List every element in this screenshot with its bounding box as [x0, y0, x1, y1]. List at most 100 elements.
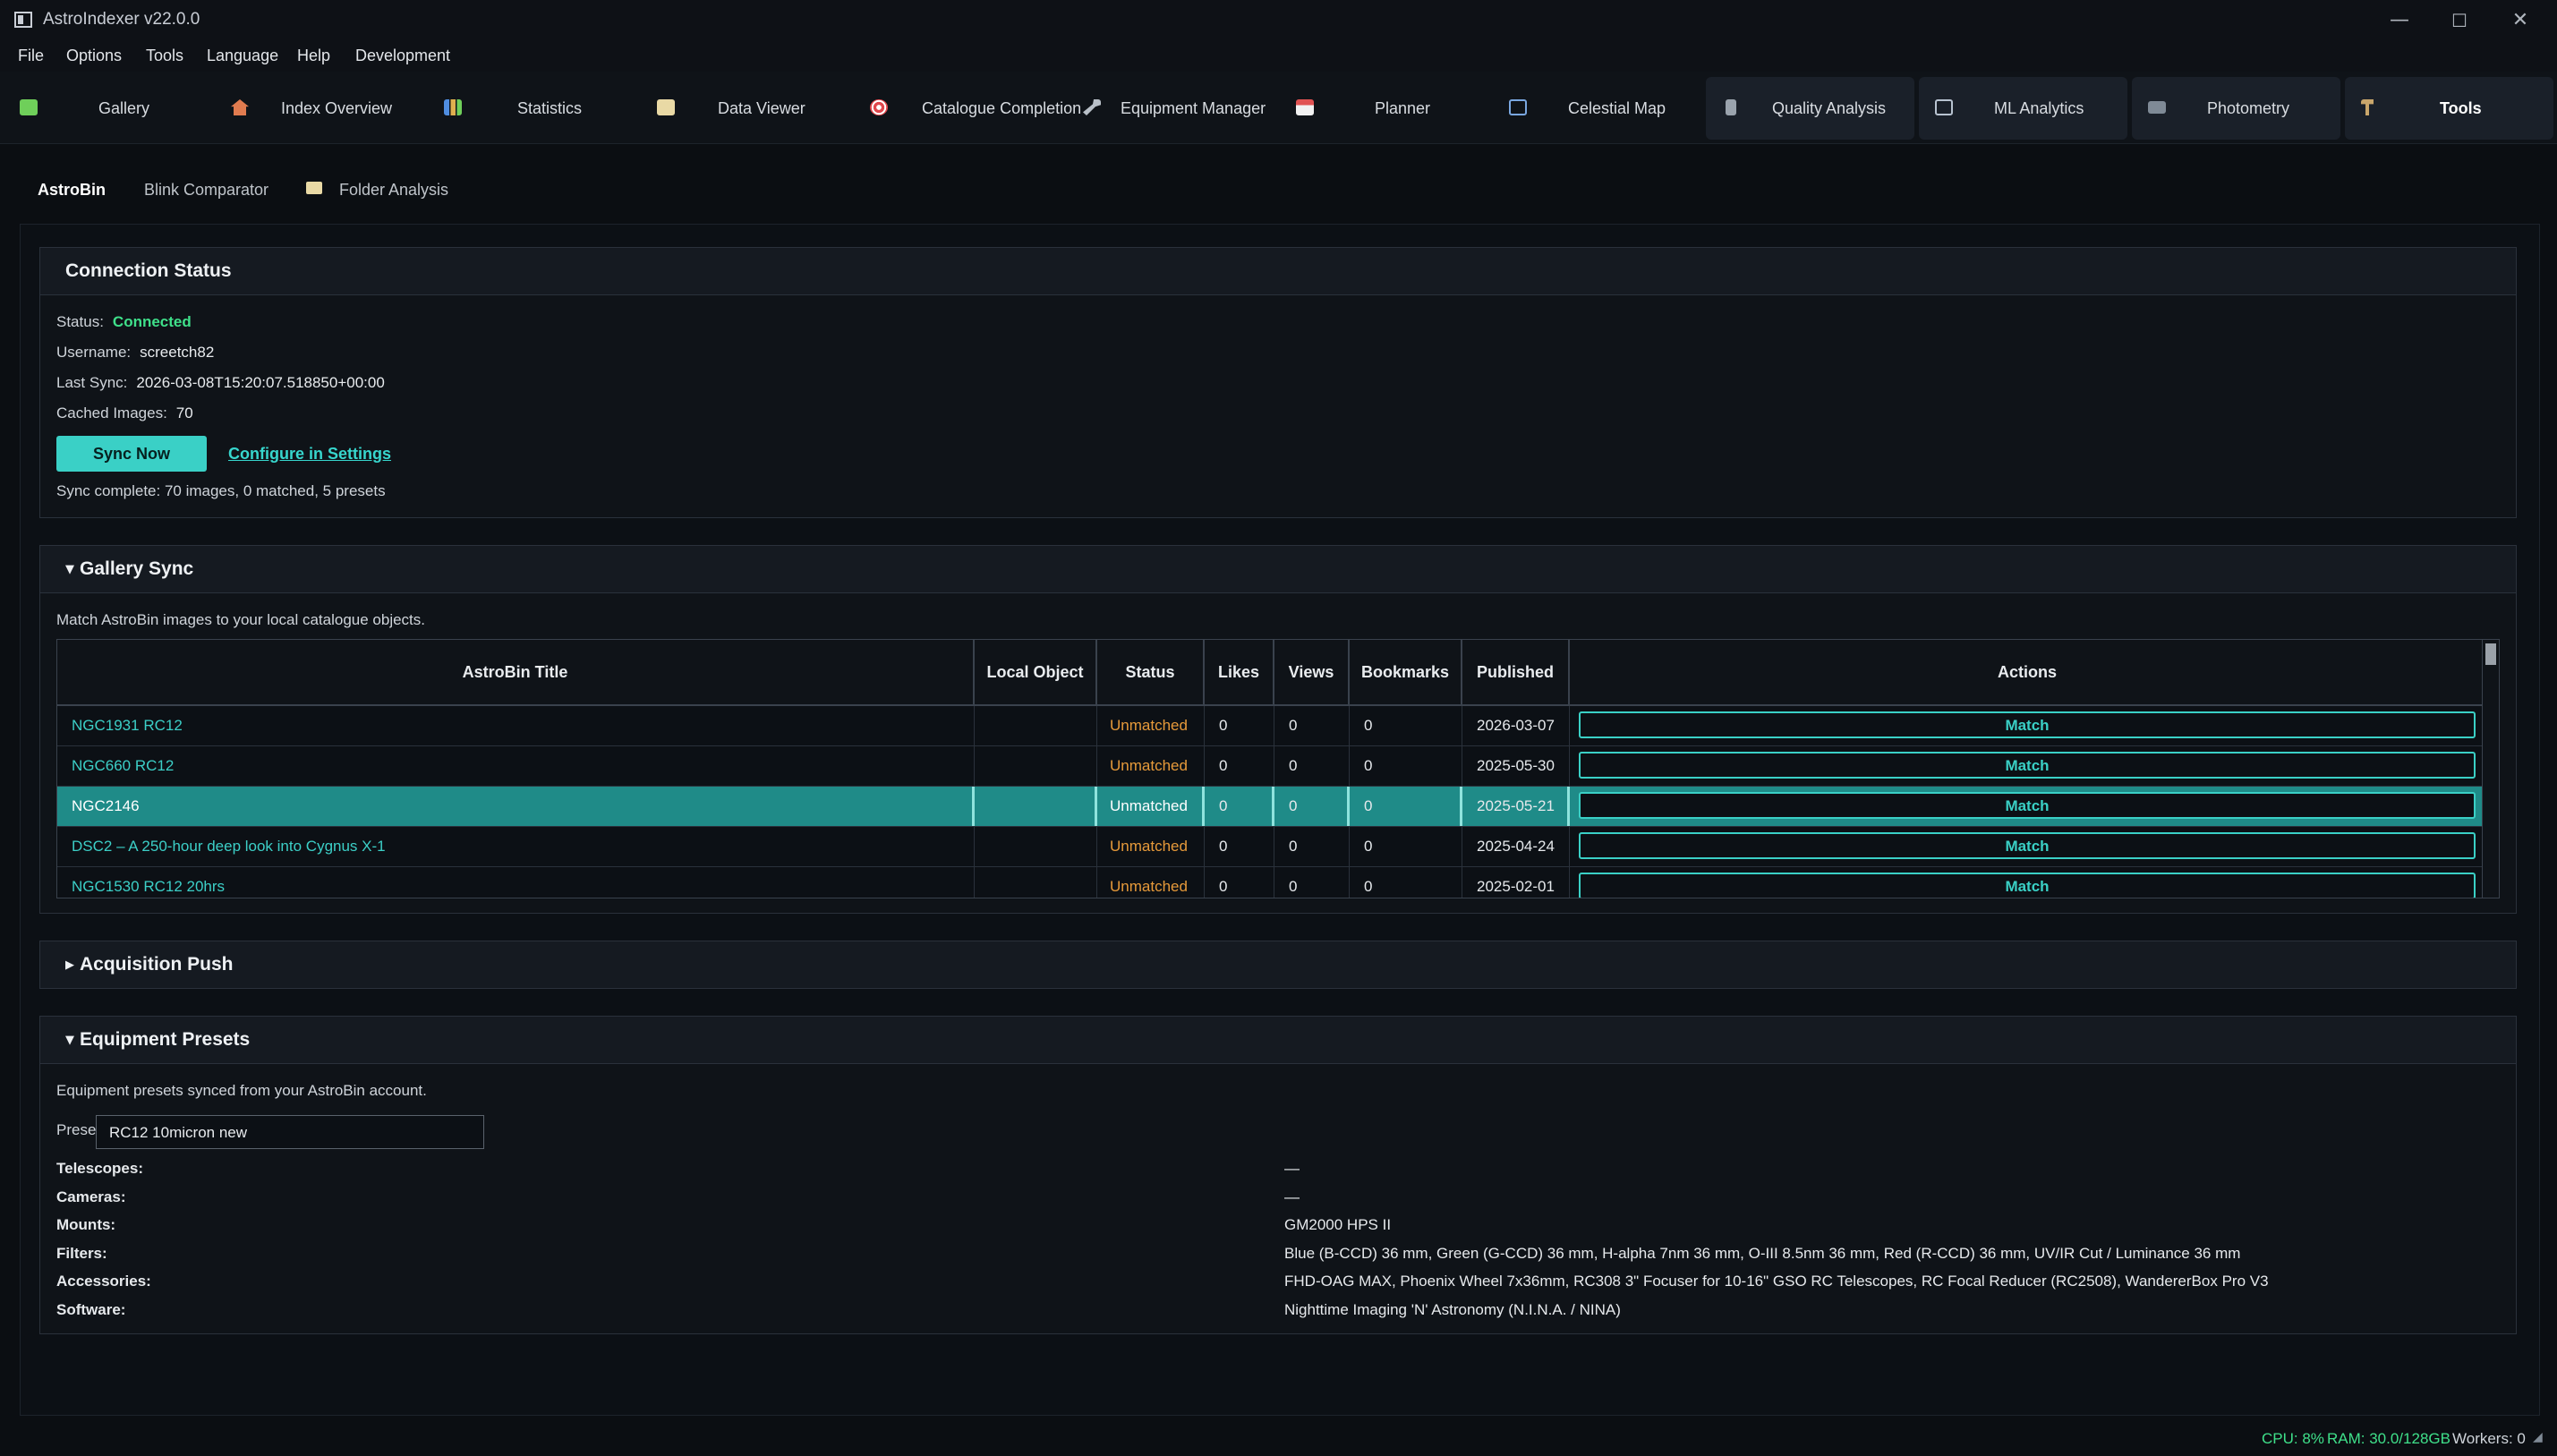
minimize-button[interactable]: —	[2372, 5, 2427, 36]
panel-title: Connection Status	[65, 260, 232, 281]
menu-tools[interactable]: Tools	[146, 47, 183, 65]
tab-planner[interactable]: Planner	[1280, 77, 1486, 140]
table-row[interactable]: NGC1931 RC12 Unmatched 0 0 0 2026-03-07 …	[57, 706, 2485, 746]
sync-now-button[interactable]: Sync Now	[56, 436, 207, 472]
maximize-button[interactable]: ☐	[2432, 5, 2487, 36]
subtab-blink-comparator[interactable]: Blink Comparator	[144, 181, 268, 200]
mounts-label: Mounts:	[56, 1216, 116, 1233]
last-sync-value: 2026-03-08T15:20:07.518850+00:00	[136, 374, 385, 391]
tab-label: Tools	[2440, 99, 2482, 117]
menu-file[interactable]: File	[18, 47, 44, 65]
panel-title: ▶ Acquisition Push	[65, 954, 234, 975]
preset-input[interactable]: RC12 10micron new	[96, 1115, 484, 1149]
status-bar: CPU: 8% RAM: 30.0/128GB Workers: 0 ◢	[0, 1425, 2557, 1456]
camera-icon	[2148, 101, 2166, 114]
cell-title[interactable]: NGC2146	[57, 787, 975, 826]
column-header[interactable]: Published	[1462, 640, 1570, 704]
column-header[interactable]: Bookmarks	[1350, 640, 1462, 704]
status-row: Status: Connected	[56, 313, 192, 331]
cell-local-object	[975, 746, 1097, 786]
tab-catalogue-completion[interactable]: Catalogue Completion	[854, 77, 1081, 140]
tab-equipment-manager[interactable]: Equipment Manager	[1067, 77, 1273, 140]
cell-title[interactable]: NGC1530 RC12 20hrs	[57, 867, 975, 898]
tab-quality-analysis[interactable]: Quality Analysis	[1706, 77, 1914, 140]
tab-label: Statistics	[517, 99, 583, 117]
cell-status: Unmatched	[1097, 706, 1205, 745]
calendar-icon	[1296, 99, 1314, 115]
column-header[interactable]: Actions	[1570, 640, 2485, 704]
last-sync-label: Last Sync:	[56, 374, 128, 391]
app-window: AstroIndexer v22.0.0 — ☐ ✕ File Options …	[0, 0, 2557, 1456]
accessories-value: FHD-OAG MAX, Phoenix Wheel 7x36mm, RC308…	[1284, 1273, 2269, 1290]
window-title: AstroIndexer v22.0.0	[43, 10, 200, 29]
folder-icon	[306, 182, 322, 194]
last-sync-row: Last Sync: 2026-03-08T15:20:07.518850+00:…	[56, 374, 385, 392]
column-header[interactable]: AstroBin Title	[57, 640, 975, 704]
cell-title[interactable]: NGC1931 RC12	[57, 706, 975, 745]
close-button[interactable]: ✕	[2493, 5, 2548, 36]
tab-gallery[interactable]: Gallery	[4, 77, 209, 140]
menu-options[interactable]: Options	[66, 47, 122, 65]
cell-status: Unmatched	[1097, 867, 1205, 898]
match-button[interactable]: Match	[1579, 873, 2476, 898]
username-value: screetch82	[140, 344, 215, 361]
cell-views: 0	[1274, 827, 1350, 866]
column-header[interactable]: Views	[1274, 640, 1350, 704]
cell-actions: Match	[1570, 827, 2485, 866]
match-button[interactable]: Match	[1579, 752, 2476, 779]
tab-photometry[interactable]: Photometry	[2132, 77, 2340, 140]
tab-celestial-map[interactable]: Celestial Map	[1493, 77, 1699, 140]
cell-title[interactable]: NGC660 RC12	[57, 746, 975, 786]
configure-settings-link[interactable]: Configure in Settings	[228, 445, 391, 464]
panel-header[interactable]: ▼ Equipment Presets	[40, 1017, 2516, 1064]
cell-title[interactable]: DSC2 – A 250-hour deep look into Cygnus …	[57, 827, 975, 866]
tab-label: Index Overview	[281, 99, 393, 117]
username-row: Username: screetch82	[56, 344, 214, 362]
acquisition-push-panel: ▶ Acquisition Push	[39, 941, 2517, 989]
tab-tools[interactable]: Tools	[2345, 77, 2553, 140]
match-button[interactable]: Match	[1579, 711, 2476, 738]
scrollbar-thumb[interactable]	[2485, 643, 2496, 665]
cell-actions: Match	[1570, 746, 2485, 786]
column-header[interactable]: Likes	[1205, 640, 1274, 704]
table-row-selected[interactable]: NGC2146 Unmatched 0 0 0 2025-05-21 Match	[57, 787, 2485, 827]
match-button[interactable]: Match	[1579, 832, 2476, 859]
table-row[interactable]: DSC2 – A 250-hour deep look into Cygnus …	[57, 827, 2485, 867]
table-row[interactable]: NGC1530 RC12 20hrs Unmatched 0 0 0 2025-…	[57, 867, 2485, 898]
column-header[interactable]: Local Object	[975, 640, 1097, 704]
hammer-icon	[2361, 99, 2374, 115]
column-header[interactable]: Status	[1097, 640, 1205, 704]
menu-help[interactable]: Help	[297, 47, 330, 65]
menu-language[interactable]: Language	[207, 47, 278, 65]
panel-header[interactable]: ▶ Acquisition Push	[40, 941, 2516, 988]
subtab-astrobin[interactable]: AstroBin	[38, 181, 106, 200]
subtab-folder-analysis[interactable]: Folder Analysis	[339, 181, 448, 200]
menu-development[interactable]: Development	[355, 47, 450, 65]
tab-ml-analytics[interactable]: ML Analytics	[1919, 77, 2127, 140]
panel-header[interactable]: ▼ Gallery Sync	[40, 546, 2516, 593]
cell-local-object	[975, 787, 1097, 826]
telescopes-label: Telescopes:	[56, 1160, 144, 1177]
cell-local-object	[975, 706, 1097, 745]
table-row[interactable]: NGC660 RC12 Unmatched 0 0 0 2025-05-30 M…	[57, 746, 2485, 787]
equipment-presets-description: Equipment presets synced from your Astro…	[56, 1082, 427, 1099]
software-value: Nighttime Imaging 'N' Astronomy (N.I.N.A…	[1284, 1301, 1621, 1318]
cameras-label: Cameras:	[56, 1188, 126, 1205]
connection-status-panel: Connection Status Status: Connected Usern…	[39, 247, 2517, 518]
tab-label: Data Viewer	[718, 99, 805, 117]
cell-status: Unmatched	[1097, 746, 1205, 786]
tab-label: Equipment Manager	[1121, 99, 1266, 117]
panel-title: ▼ Gallery Sync	[65, 558, 194, 579]
menu-bar: File Options Tools Language Help Develop…	[0, 41, 2557, 72]
tab-index-overview[interactable]: Index Overview	[215, 77, 421, 140]
resize-grip-icon[interactable]: ◢	[2533, 1430, 2543, 1444]
tab-statistics[interactable]: Statistics	[428, 77, 634, 140]
gallery-sync-description: Match AstroBin images to your local cata…	[56, 611, 425, 628]
match-button[interactable]: Match	[1579, 792, 2476, 819]
app-icon	[14, 12, 32, 28]
cell-bookmarks: 0	[1350, 706, 1462, 745]
cell-published: 2025-05-21	[1462, 787, 1570, 826]
tab-data-viewer[interactable]: Data Viewer	[641, 77, 847, 140]
cameras-value: —	[1284, 1188, 1300, 1205]
table-scrollbar[interactable]	[2482, 640, 2499, 898]
